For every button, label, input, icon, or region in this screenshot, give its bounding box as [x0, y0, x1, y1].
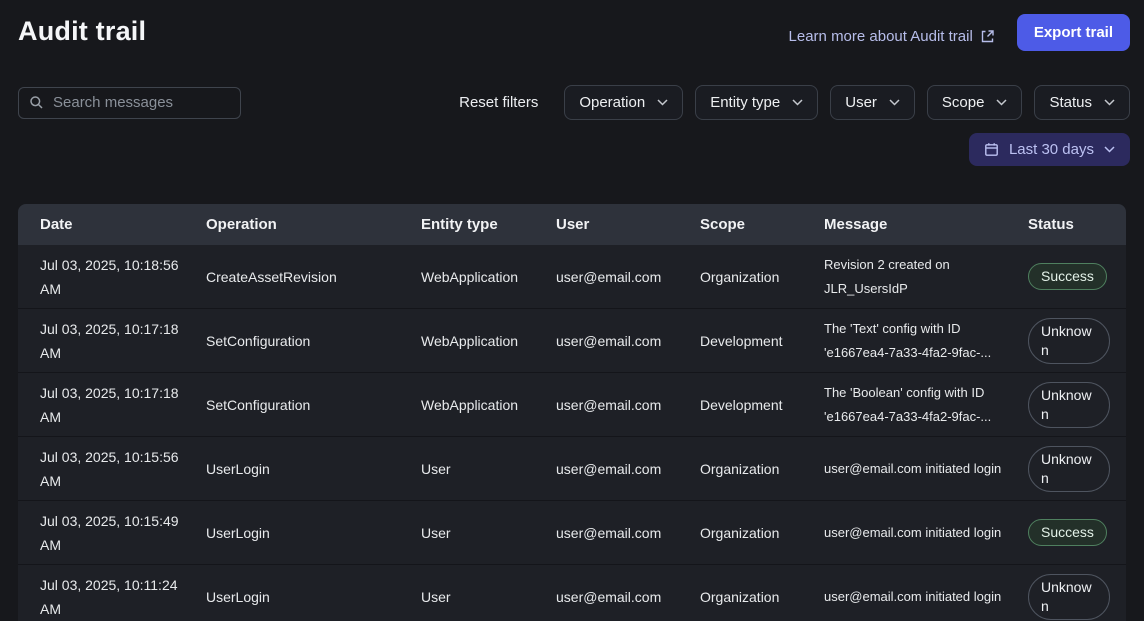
cell-user: user@email.com: [556, 585, 700, 609]
status-badge: Unknown: [1028, 446, 1110, 492]
status-badge: Unknown: [1028, 574, 1110, 620]
reset-filters-button[interactable]: Reset filters: [459, 94, 538, 111]
cell-message: user@email.com initiated login: [824, 585, 1028, 609]
date-range-label: Last 30 days: [1009, 141, 1094, 158]
cell-scope: Organization: [700, 585, 824, 609]
cell-user: user@email.com: [556, 329, 700, 353]
cell-entity-type: WebApplication: [421, 265, 556, 289]
cell-scope: Organization: [700, 521, 824, 545]
status-badge: Unknown: [1028, 382, 1110, 428]
table-row: Jul 03, 2025, 10:17:18 AM SetConfigurati…: [18, 373, 1126, 437]
cell-date: Jul 03, 2025, 10:11:24 AM: [40, 573, 206, 621]
cell-message: The 'Boolean' config with ID 'e1667ea4-7…: [824, 381, 1028, 429]
column-header-date: Date: [40, 213, 206, 237]
cell-message: The 'Text' config with ID 'e1667ea4-7a33…: [824, 317, 1028, 365]
cell-operation: SetConfiguration: [206, 393, 421, 417]
cell-date: Jul 03, 2025, 10:15:49 AM: [40, 509, 206, 557]
dropdown-label: Operation: [579, 94, 645, 111]
audit-trail-table: Date Operation Entity type User Scope Me…: [18, 204, 1126, 621]
cell-status: Success: [1028, 519, 1126, 546]
chevron-down-icon: [996, 99, 1007, 106]
header-actions: Learn more about Audit trail Export trai…: [789, 14, 1130, 51]
cell-scope: Development: [700, 329, 824, 353]
search-icon: [29, 95, 44, 110]
chevron-down-icon: [1104, 146, 1115, 153]
filter-dropdown-operation[interactable]: Operation: [564, 85, 683, 120]
export-trail-button[interactable]: Export trail: [1017, 14, 1130, 51]
cell-status: Unknown: [1028, 574, 1126, 620]
column-header-status: Status: [1028, 213, 1126, 237]
table-row: Jul 03, 2025, 10:15:49 AM UserLogin User…: [18, 501, 1126, 565]
dropdown-label: User: [845, 94, 877, 111]
cell-status: Unknown: [1028, 446, 1126, 492]
chevron-down-icon: [1104, 99, 1115, 106]
cell-user: user@email.com: [556, 393, 700, 417]
filter-dropdown-user[interactable]: User: [830, 85, 915, 120]
cell-scope: Organization: [700, 265, 824, 289]
cell-date: Jul 03, 2025, 10:17:18 AM: [40, 381, 206, 429]
date-range-bar: Last 30 days: [0, 133, 1144, 166]
table-header-row: Date Operation Entity type User Scope Me…: [18, 204, 1126, 245]
search-input[interactable]: [53, 94, 252, 111]
cell-status: Unknown: [1028, 318, 1126, 364]
cell-date: Jul 03, 2025, 10:15:56 AM: [40, 445, 206, 493]
table-row: Jul 03, 2025, 10:15:56 AM UserLogin User…: [18, 437, 1126, 501]
status-badge: Success: [1028, 519, 1107, 546]
learn-more-link[interactable]: Learn more about Audit trail: [789, 28, 995, 45]
column-header-scope: Scope: [700, 213, 824, 237]
dropdown-label: Entity type: [710, 94, 780, 111]
cell-status: Unknown: [1028, 382, 1126, 428]
filter-dropdown-status[interactable]: Status: [1034, 85, 1130, 120]
calendar-icon: [984, 142, 999, 157]
cell-date: Jul 03, 2025, 10:18:56 AM: [40, 253, 206, 301]
table-row: Jul 03, 2025, 10:18:56 AM CreateAssetRev…: [18, 245, 1126, 309]
external-link-icon: [980, 29, 995, 44]
cell-message: user@email.com initiated login: [824, 521, 1028, 545]
cell-user: user@email.com: [556, 521, 700, 545]
filter-dropdown-scope[interactable]: Scope: [927, 85, 1023, 120]
chevron-down-icon: [889, 99, 900, 106]
status-badge: Success: [1028, 263, 1107, 290]
cell-entity-type: User: [421, 585, 556, 609]
cell-message: Revision 2 created on JLR_UsersIdP: [824, 253, 1028, 301]
chevron-down-icon: [792, 99, 803, 106]
cell-entity-type: WebApplication: [421, 329, 556, 353]
cell-entity-type: WebApplication: [421, 393, 556, 417]
column-header-message: Message: [824, 213, 1028, 237]
filter-controls: Reset filters Operation Entity type User…: [459, 85, 1130, 120]
page-title: Audit trail: [18, 14, 146, 47]
filter-bar: Reset filters Operation Entity type User…: [0, 85, 1144, 120]
cell-user: user@email.com: [556, 457, 700, 481]
cell-operation: CreateAssetRevision: [206, 265, 421, 289]
cell-operation: UserLogin: [206, 457, 421, 481]
table-row: Jul 03, 2025, 10:17:18 AM SetConfigurati…: [18, 309, 1126, 373]
cell-message: user@email.com initiated login: [824, 457, 1028, 481]
table-body: Jul 03, 2025, 10:18:56 AM CreateAssetRev…: [18, 245, 1126, 621]
cell-entity-type: User: [421, 521, 556, 545]
cell-operation: SetConfiguration: [206, 329, 421, 353]
filter-dropdown-entity-type[interactable]: Entity type: [695, 85, 818, 120]
cell-user: user@email.com: [556, 265, 700, 289]
column-header-entity-type: Entity type: [421, 213, 556, 237]
page-header: Audit trail Learn more about Audit trail…: [0, 0, 1144, 51]
status-badge: Unknown: [1028, 318, 1110, 364]
cell-scope: Development: [700, 393, 824, 417]
chevron-down-icon: [657, 99, 668, 106]
learn-more-label: Learn more about Audit trail: [789, 28, 973, 45]
cell-date: Jul 03, 2025, 10:17:18 AM: [40, 317, 206, 365]
cell-operation: UserLogin: [206, 585, 421, 609]
date-range-button[interactable]: Last 30 days: [969, 133, 1130, 166]
dropdown-label: Status: [1049, 94, 1092, 111]
cell-entity-type: User: [421, 457, 556, 481]
dropdown-label: Scope: [942, 94, 985, 111]
cell-operation: UserLogin: [206, 521, 421, 545]
search-box[interactable]: [18, 87, 241, 119]
cell-scope: Organization: [700, 457, 824, 481]
column-header-user: User: [556, 213, 700, 237]
table-row: Jul 03, 2025, 10:11:24 AM UserLogin User…: [18, 565, 1126, 621]
column-header-operation: Operation: [206, 213, 421, 237]
cell-status: Success: [1028, 263, 1126, 290]
